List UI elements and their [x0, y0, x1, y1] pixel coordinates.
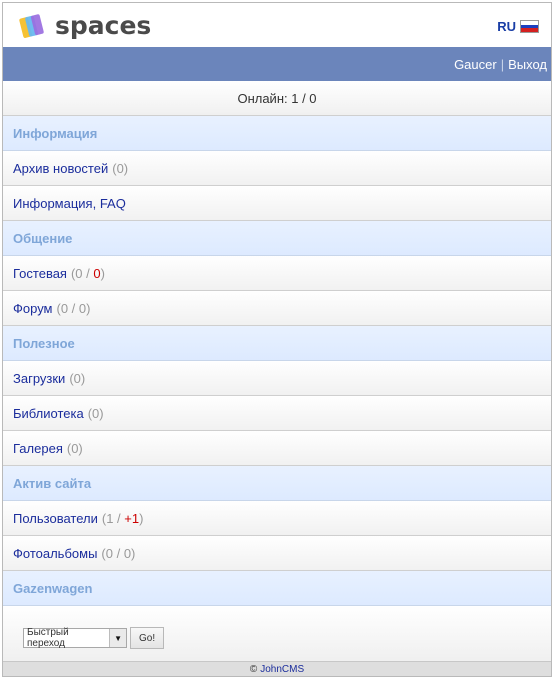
- menu-item: Фотоальбомы (0 / 0): [3, 536, 551, 571]
- menu-item-link[interactable]: Загрузки: [13, 371, 65, 386]
- username-link[interactable]: Gaucer: [454, 57, 497, 72]
- menu-item: Гостевая (0 / 0): [3, 256, 551, 291]
- menu-item-link[interactable]: Фотоальбомы: [13, 546, 97, 561]
- online-counter: Онлайн: 1 / 0: [3, 81, 551, 116]
- item-count-suffix: ): [100, 265, 105, 281]
- top-header: spaces RU: [3, 3, 551, 47]
- item-count: (0): [87, 405, 104, 421]
- copyright-symbol: ©: [249, 663, 258, 675]
- menu-item-link[interactable]: Библиотека: [13, 406, 84, 421]
- item-count: (0 / 0): [71, 266, 105, 281]
- section-header: Актив сайта: [3, 466, 551, 501]
- quick-jump-value: Быстрый переход: [27, 627, 69, 649]
- main-menu: Информация Архив новостей (0) Информация, F…: [3, 116, 551, 606]
- item-count: (0): [69, 370, 86, 386]
- section-header: Полезное: [3, 326, 551, 361]
- menu-item-link[interactable]: Информация, FAQ: [13, 196, 126, 211]
- item-count: (0 / 0): [56, 300, 91, 316]
- page-frame: spaces RU Gaucer | Выход Онлайн: 1 / 0 И…: [2, 2, 552, 677]
- item-count: (0 / 0): [101, 545, 136, 561]
- menu-item: Форум (0 / 0): [3, 291, 551, 326]
- logo-text: spaces: [55, 11, 152, 40]
- dropdown-arrow-icon[interactable]: ▼: [109, 629, 126, 647]
- language-label[interactable]: RU: [497, 19, 516, 34]
- menu-item-link[interactable]: Гостевая: [13, 266, 67, 281]
- item-count-prefix: (0 /: [70, 265, 94, 281]
- footer: © JohnCMS: [3, 661, 551, 676]
- menu-item: Галерея (0): [3, 431, 551, 466]
- item-count-prefix: (1 /: [101, 510, 125, 526]
- item-count: (1 / +1): [102, 511, 144, 526]
- quick-jump-select[interactable]: Быстрый переход ▼: [23, 627, 127, 649]
- user-bar: Gaucer | Выход: [3, 47, 551, 81]
- johncms-link[interactable]: JohnCMS: [260, 664, 304, 675]
- menu-item-link[interactable]: Пользователи: [13, 511, 98, 526]
- logout-link[interactable]: Выход: [508, 57, 547, 72]
- menu-item: Архив новостей (0): [3, 151, 551, 186]
- logo-icon: [19, 13, 44, 38]
- item-count: (0): [112, 160, 129, 176]
- section-header: Gazenwagen: [3, 571, 551, 606]
- section-header: Информация: [3, 116, 551, 151]
- menu-item: Загрузки (0): [3, 361, 551, 396]
- menu-item: Информация, FAQ: [3, 186, 551, 221]
- language-switch[interactable]: RU: [497, 19, 539, 34]
- menu-item: Пользователи (1 / +1): [3, 501, 551, 536]
- menu-item-link[interactable]: Форум: [13, 301, 53, 316]
- menu-item: Библиотека (0): [3, 396, 551, 431]
- go-button[interactable]: Go!: [130, 627, 165, 649]
- site-logo[interactable]: spaces: [15, 11, 151, 40]
- section-header: Общение: [3, 221, 551, 256]
- item-count-new[interactable]: +1: [124, 511, 139, 526]
- menu-item-link[interactable]: Галерея: [13, 441, 63, 456]
- item-count-new[interactable]: 0: [93, 266, 100, 281]
- userbar-separator: |: [500, 56, 505, 72]
- russia-flag-icon[interactable]: [520, 20, 539, 33]
- item-count: (0): [66, 440, 83, 456]
- menu-item-link[interactable]: Архив новостей: [13, 161, 108, 176]
- item-count-suffix: ): [139, 510, 144, 526]
